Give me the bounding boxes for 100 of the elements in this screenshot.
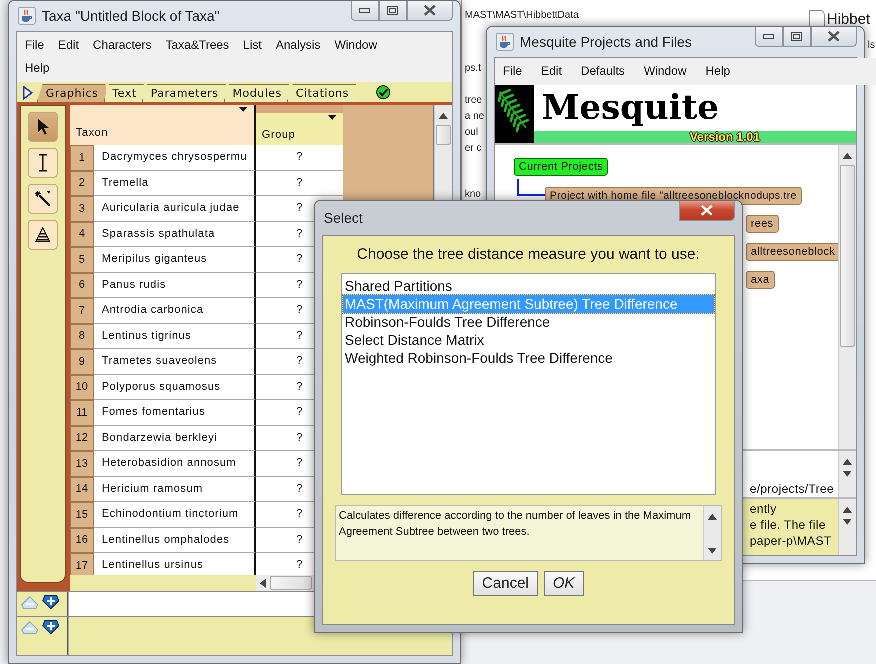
add-icon[interactable]: [42, 595, 60, 610]
menu-item[interactable]: Help: [706, 60, 730, 83]
menu-item[interactable]: Window: [644, 60, 687, 83]
coffee-cup-icon: [496, 33, 514, 51]
row-number[interactable]: 13: [70, 451, 94, 476]
row-number[interactable]: 4: [70, 222, 94, 247]
tool-button[interactable]: [28, 184, 58, 214]
close-button[interactable]: [679, 201, 735, 221]
row-number[interactable]: 12: [70, 426, 94, 451]
list-option[interactable]: Shared Partitions: [343, 277, 714, 295]
scroll-down-icon[interactable]: [708, 548, 717, 554]
scroll-up-icon[interactable]: [708, 514, 717, 520]
list-option[interactable]: Select Distance Matrix: [343, 331, 714, 349]
scroll-up-icon[interactable]: [843, 153, 852, 159]
scrollbar[interactable]: [838, 499, 856, 555]
check-icon: [376, 85, 392, 100]
table-cell: Panus rudis: [94, 272, 256, 298]
scroll-up-icon[interactable]: [439, 113, 448, 119]
menu-item[interactable]: Analysis: [276, 34, 321, 57]
menu-item[interactable]: File: [25, 34, 44, 57]
scroll-up-icon[interactable]: [843, 507, 852, 513]
row-number[interactable]: 6: [70, 272, 94, 298]
project-node[interactable]: rees: [746, 215, 779, 233]
row-number[interactable]: 2: [70, 170, 94, 196]
row-number[interactable]: 9: [70, 349, 94, 374]
version-label: Version 1.01: [690, 131, 760, 143]
scroll-thumb[interactable]: [270, 576, 312, 590]
folder-path: MAST\MAST\HibbettData: [465, 10, 579, 21]
app-name: Mesquite: [541, 87, 720, 130]
minimize-icon: [359, 6, 371, 14]
tab[interactable]: Modules: [224, 84, 292, 102]
row-number[interactable]: 3: [70, 196, 94, 222]
menu-item[interactable]: Edit: [541, 60, 562, 83]
list-option[interactable]: Robinson-Foulds Tree Difference: [343, 313, 714, 331]
menu-item[interactable]: Help: [25, 57, 50, 80]
row-number[interactable]: 11: [70, 400, 94, 426]
magic-wand-icon: [34, 190, 52, 208]
row-number[interactable]: 8: [70, 324, 94, 349]
menu-item[interactable]: Window: [334, 34, 378, 57]
scroll-down-icon[interactable]: [843, 519, 852, 525]
menu-item[interactable]: Taxa&Trees: [166, 34, 230, 57]
tab[interactable]: Text: [104, 84, 146, 102]
tab[interactable]: Parameters: [142, 84, 228, 102]
column-header[interactable]: Taxon: [70, 105, 256, 145]
play-icon[interactable]: [23, 86, 33, 100]
dropdown-caret-icon[interactable]: [328, 115, 337, 120]
ok-button[interactable]: OK: [544, 571, 584, 596]
minimize-button[interactable]: [351, 1, 379, 21]
tool-button[interactable]: [28, 112, 58, 142]
project-node[interactable]: axa: [746, 271, 775, 289]
file-name[interactable]: Hibbet: [827, 11, 870, 28]
table-cell: Dacrymyces chrysospermu: [94, 145, 256, 170]
table-cell: Trametes suaveolens: [94, 349, 256, 374]
project-node[interactable]: alltreesoneblock: [746, 243, 838, 261]
log-text: paper-p\MAST: [750, 533, 833, 549]
column-header[interactable]: Group: [256, 105, 343, 145]
menu-item[interactable]: Defaults: [581, 60, 626, 83]
scroll-up-icon[interactable]: [843, 459, 852, 465]
menu-item[interactable]: List: [243, 34, 262, 57]
project-node[interactable]: Current Projects: [514, 158, 608, 176]
scrollbar[interactable]: [703, 506, 721, 560]
row-number[interactable]: 7: [70, 298, 94, 324]
maximize-button[interactable]: [379, 1, 407, 21]
row-number[interactable]: 1: [70, 145, 94, 170]
tab[interactable]: Citations: [287, 84, 358, 102]
text-fragment: oul: [465, 127, 478, 138]
coffee-cup-icon: [18, 7, 36, 25]
menu-item[interactable]: Characters: [93, 34, 152, 57]
list-option[interactable]: Weighted Robinson-Foulds Tree Difference: [343, 349, 714, 367]
row-number[interactable]: 15: [70, 502, 94, 528]
pyramid-icon: [35, 227, 51, 243]
table-cell: Auricularia auricula judae: [94, 196, 256, 222]
row-number[interactable]: 14: [70, 476, 94, 502]
dropdown-caret-icon[interactable]: [239, 107, 248, 112]
row-number[interactable]: 16: [70, 528, 94, 553]
scrollbar[interactable]: [838, 451, 856, 497]
maximize-button[interactable]: [783, 27, 811, 47]
tab[interactable]: Graphics: [37, 84, 108, 102]
cancel-button[interactable]: Cancel: [473, 571, 538, 596]
minimize-button[interactable]: [755, 27, 783, 47]
tool-button[interactable]: [28, 220, 58, 250]
scroll-left-icon[interactable]: [260, 578, 266, 588]
scroll-thumb[interactable]: [840, 165, 855, 347]
table-cell: Meripilus giganteus: [94, 247, 256, 272]
row-number[interactable]: 10: [70, 374, 94, 400]
table-cell: ?: [256, 170, 343, 196]
add-icon[interactable]: [42, 620, 60, 635]
text-fragment: tree: [465, 95, 482, 106]
scroll-thumb[interactable]: [436, 125, 451, 145]
maximize-icon: [387, 6, 399, 16]
close-button[interactable]: [811, 27, 857, 47]
row-number[interactable]: 5: [70, 247, 94, 272]
scrollbar[interactable]: [838, 145, 856, 449]
window-title: Taxa "Untitled Block of Taxa": [42, 8, 220, 24]
scroll-down-icon[interactable]: [843, 471, 852, 477]
close-button[interactable]: [407, 1, 453, 21]
tool-button[interactable]: [28, 148, 58, 178]
menu-item[interactable]: File: [503, 60, 522, 83]
menu-item[interactable]: Edit: [58, 34, 80, 57]
table-cell: Polyporus squamosus: [94, 374, 256, 400]
